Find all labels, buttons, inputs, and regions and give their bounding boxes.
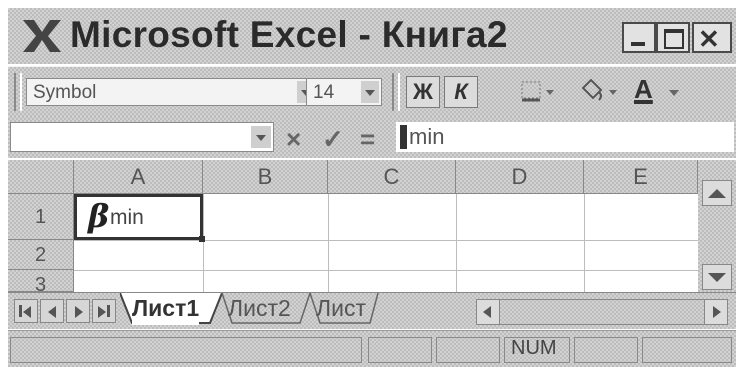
- column-header-b[interactable]: B: [203, 160, 328, 194]
- status-panel: [574, 337, 638, 363]
- last-sheet-icon: [107, 305, 110, 317]
- column-header-c[interactable]: C: [328, 160, 456, 194]
- arrow-up-icon: [708, 189, 726, 198]
- maximize-icon: [664, 29, 684, 49]
- first-sheet-button[interactable]: [14, 299, 38, 323]
- status-bar: NUM: [8, 330, 736, 367]
- fill-handle[interactable]: [199, 236, 205, 242]
- font-size-select[interactable]: 14: [306, 78, 382, 106]
- font-name-select[interactable]: Symbol: [26, 78, 318, 106]
- maximize-button[interactable]: [656, 22, 690, 53]
- scroll-up-button[interactable]: [702, 180, 732, 206]
- row-header-3[interactable]: 3: [8, 270, 74, 292]
- font-color-icon: A: [634, 74, 653, 104]
- excel-window: Microsoft Excel - Книга2 ✕ Symbol 14 Ж К: [8, 8, 736, 367]
- scroll-right-button[interactable]: [704, 300, 727, 324]
- enter-button[interactable]: ✓: [322, 124, 344, 155]
- arrow-right-icon: [98, 306, 106, 318]
- next-sheet-button[interactable]: [66, 299, 90, 323]
- select-all-button[interactable]: [8, 160, 74, 194]
- borders-button[interactable]: [516, 76, 560, 108]
- formula-bar: × ✓ = min: [8, 116, 736, 158]
- scroll-down-button[interactable]: [702, 264, 732, 290]
- status-panel: [642, 337, 732, 363]
- arrow-right-icon: [75, 306, 83, 318]
- cell-area[interactable]: β min: [74, 194, 698, 292]
- minimize-icon: [631, 42, 645, 46]
- toolbar-grip[interactable]: [14, 73, 22, 111]
- name-box[interactable]: [10, 122, 274, 152]
- text-cursor: [400, 125, 407, 149]
- fill-color-button[interactable]: [576, 76, 624, 108]
- horizontal-scrollbar[interactable]: [476, 299, 728, 325]
- arrow-right-icon: [713, 306, 721, 318]
- minimize-button[interactable]: [622, 22, 656, 53]
- toolbar-separator: [392, 73, 400, 111]
- borders-icon: [521, 81, 554, 102]
- column-header-d[interactable]: D: [456, 160, 584, 194]
- chevron-down-icon: [669, 90, 679, 96]
- status-panel: [436, 337, 500, 363]
- active-cell-border: [74, 194, 205, 242]
- status-panel-main: [10, 337, 362, 363]
- sheet-tab-bar: Лист1 Лист2 Лист: [8, 292, 736, 329]
- arrow-down-icon: [708, 273, 726, 282]
- row-header-2[interactable]: 2: [8, 240, 74, 270]
- close-icon: ✕: [698, 24, 720, 54]
- sheet-tab-2[interactable]: Лист2: [228, 293, 291, 325]
- worksheet-grid: A B C D E 1 2 3 β min: [8, 160, 736, 292]
- font-color-button[interactable]: A: [628, 74, 688, 108]
- num-lock-indicator: NUM: [511, 337, 557, 359]
- font-size-value: 14: [313, 82, 335, 103]
- bold-button[interactable]: Ж: [406, 76, 440, 108]
- last-sheet-button[interactable]: [92, 299, 116, 323]
- title-bar[interactable]: Microsoft Excel - Книга2 ✕: [8, 8, 736, 64]
- arrow-left-icon: [23, 306, 31, 318]
- chevron-down-icon[interactable]: [361, 81, 379, 103]
- prev-sheet-button[interactable]: [40, 299, 64, 323]
- italic-button[interactable]: К: [444, 76, 478, 108]
- first-sheet-icon: [19, 305, 22, 317]
- sheet-tab-1[interactable]: Лист1: [132, 293, 200, 325]
- excel-x-icon: [20, 18, 64, 54]
- column-header-a[interactable]: A: [74, 160, 203, 194]
- fill-color-icon: [581, 78, 617, 101]
- sheet-tab-3[interactable]: Лист: [316, 293, 366, 325]
- column-header-e[interactable]: E: [584, 160, 698, 194]
- edit-formula-button[interactable]: =: [360, 124, 375, 155]
- status-panel: [368, 337, 432, 363]
- font-name-value: Symbol: [33, 82, 97, 103]
- scroll-left-button[interactable]: [477, 300, 500, 324]
- window-title: Microsoft Excel - Книга2: [70, 14, 508, 55]
- arrow-left-icon: [48, 306, 56, 318]
- formatting-toolbar: Symbol 14 Ж К A: [8, 66, 736, 118]
- cancel-button[interactable]: ×: [286, 124, 301, 155]
- row-header-1[interactable]: 1: [8, 194, 74, 240]
- arrow-left-icon: [483, 306, 491, 318]
- close-button[interactable]: ✕: [692, 22, 732, 54]
- status-panel-num: NUM: [504, 337, 570, 363]
- vertical-scrollbar[interactable]: [698, 160, 736, 292]
- chevron-down-icon[interactable]: [251, 126, 271, 148]
- formula-input[interactable]: min: [396, 122, 734, 152]
- formula-content: min: [409, 124, 445, 149]
